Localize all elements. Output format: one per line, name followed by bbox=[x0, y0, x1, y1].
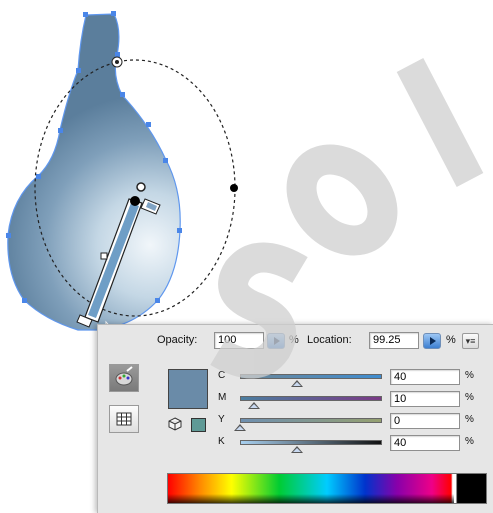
channel-slider-thumb[interactable] bbox=[248, 402, 261, 409]
channel-label: M bbox=[218, 392, 227, 403]
anchor-point[interactable] bbox=[36, 174, 41, 179]
gradient-midpoint[interactable] bbox=[100, 252, 108, 260]
channel-label: C bbox=[218, 370, 226, 381]
gradient-panel: Opacity: 100 % Location: 99.25 % ▾≡ C 40%… bbox=[97, 324, 493, 513]
gradient-origin-ring[interactable] bbox=[136, 182, 146, 192]
anchor-point[interactable] bbox=[120, 92, 125, 97]
vase-object[interactable] bbox=[7, 13, 181, 331]
anchor-point[interactable] bbox=[76, 68, 81, 73]
channel-value-field[interactable]: 40 bbox=[390, 369, 460, 385]
channel-slider[interactable] bbox=[240, 418, 382, 423]
anchor-point[interactable] bbox=[177, 228, 182, 233]
channel-slider-thumb[interactable] bbox=[234, 424, 246, 431]
channel-value-field[interactable]: 0 bbox=[390, 413, 460, 429]
channel-slider[interactable] bbox=[240, 440, 382, 445]
channel-value-field[interactable]: 10 bbox=[390, 391, 460, 407]
color-stop-swatch[interactable] bbox=[168, 369, 208, 409]
channel-slider-thumb[interactable] bbox=[290, 446, 303, 453]
web-safe-swatch[interactable] bbox=[191, 418, 206, 432]
anchor-point[interactable] bbox=[83, 12, 88, 17]
channel-percent: % bbox=[465, 370, 474, 381]
spectrum-shade bbox=[168, 494, 454, 503]
cube-3d-icon[interactable] bbox=[168, 417, 182, 431]
channel-value-field[interactable]: 40 bbox=[390, 435, 460, 451]
channel-label: K bbox=[218, 436, 225, 447]
anchor-point[interactable] bbox=[6, 233, 11, 238]
opacity-label: Opacity: bbox=[157, 334, 198, 346]
location-percent: % bbox=[446, 334, 456, 346]
location-field[interactable]: 99.25 bbox=[369, 332, 419, 349]
channel-slider[interactable] bbox=[240, 374, 382, 379]
color-mixer-button[interactable] bbox=[109, 364, 139, 392]
opacity-percent: % bbox=[289, 334, 299, 346]
anchor-point[interactable] bbox=[22, 298, 27, 303]
channel-slider-thumb[interactable] bbox=[290, 380, 303, 387]
vase-shape[interactable] bbox=[7, 13, 181, 331]
anchor-point[interactable] bbox=[155, 298, 160, 303]
panel-menu-icon[interactable]: ▾≡ bbox=[462, 333, 479, 349]
swatches-grid-icon bbox=[116, 412, 132, 426]
location-arrow-button[interactable] bbox=[423, 333, 441, 349]
channel-slider[interactable] bbox=[240, 396, 382, 401]
channel-label: Y bbox=[218, 414, 225, 425]
channel-percent: % bbox=[465, 436, 474, 447]
opacity-arrow-button[interactable] bbox=[267, 333, 285, 349]
swatches-button[interactable] bbox=[109, 405, 139, 433]
color-spectrum-bar[interactable] bbox=[167, 473, 487, 504]
anchor-point[interactable] bbox=[115, 52, 120, 57]
ellipse-top-handle-dot bbox=[115, 60, 119, 64]
anchor-point[interactable] bbox=[163, 158, 168, 163]
ellipse-right-handle[interactable] bbox=[230, 184, 238, 192]
color-mixer-icon bbox=[115, 366, 133, 386]
channel-percent: % bbox=[465, 392, 474, 403]
anchor-point[interactable] bbox=[111, 11, 116, 16]
location-label: Location: bbox=[307, 334, 352, 346]
channel-percent: % bbox=[465, 414, 474, 425]
opacity-field[interactable]: 100 bbox=[214, 332, 264, 349]
anchor-point[interactable] bbox=[146, 122, 151, 127]
anchor-point[interactable] bbox=[58, 128, 63, 133]
gradient-origin-handle[interactable] bbox=[130, 196, 140, 206]
